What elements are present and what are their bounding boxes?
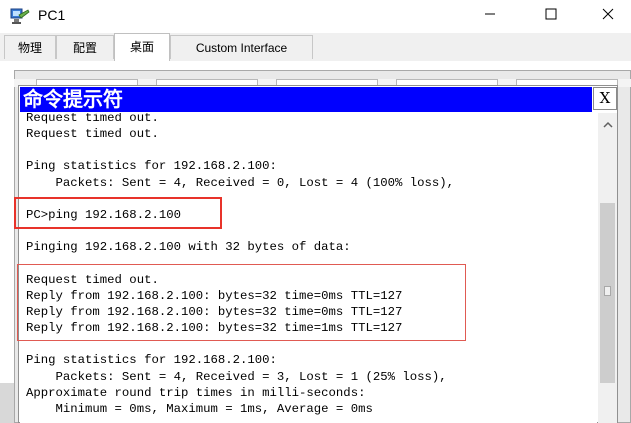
command-prompt-title: 命令提示符: [23, 87, 123, 111]
scroll-thumb-grip: [604, 286, 611, 296]
scroll-thumb[interactable]: [600, 203, 615, 383]
command-prompt-close-button[interactable]: X: [593, 87, 617, 110]
terminal-line: Minimum = 0ms, Maximum = 1ms, Average = …: [26, 401, 373, 416]
scroll-up-button[interactable]: [598, 115, 617, 133]
command-prompt-titlebar: 命令提示符: [20, 87, 592, 112]
terminal-line: Ping statistics for 192.168.2.100:: [26, 159, 277, 174]
highlight-ping-command: [14, 197, 222, 229]
terminal-scrollbar[interactable]: [598, 113, 617, 423]
tab-custom-interface[interactable]: Custom Interface: [170, 35, 313, 59]
terminal-line: Ping statistics for 192.168.2.100:: [26, 353, 277, 368]
maximize-button[interactable]: [528, 0, 574, 32]
terminal-line: Packets: Sent = 4, Received = 0, Lost = …: [26, 175, 455, 190]
terminal-line: Request timed out.: [26, 127, 159, 142]
terminal-line: Approximate round trip times in milli-se…: [26, 385, 366, 400]
tab-config[interactable]: 配置: [56, 35, 114, 59]
highlight-ping-replies: [17, 264, 466, 341]
tab-desktop[interactable]: 桌面: [114, 33, 170, 62]
window-titlebar: PC1: [0, 0, 631, 33]
close-icon: [602, 7, 614, 25]
maximize-icon: [545, 7, 557, 25]
terminal-line: Packets: Sent = 4, Received = 3, Lost = …: [26, 369, 447, 384]
left-edge-panel: [0, 383, 14, 423]
terminal-line: Request timed out.: [26, 113, 159, 125]
tab-physical[interactable]: 物理: [4, 35, 56, 59]
pc-terminal-icon: [9, 6, 31, 28]
minimize-icon: [484, 7, 496, 25]
command-prompt-window: 命令提示符 X Request timed out. Request timed…: [18, 85, 618, 423]
close-button[interactable]: [585, 0, 631, 32]
tab-bar: 物理 配置 Custom Interface 桌面: [0, 33, 631, 62]
terminal-line: Pinging 192.168.2.100 with 32 bytes of d…: [26, 240, 351, 255]
scroll-up-arrow-icon: [602, 115, 613, 133]
minimize-button[interactable]: [467, 0, 513, 32]
window-title: PC1: [38, 7, 66, 23]
